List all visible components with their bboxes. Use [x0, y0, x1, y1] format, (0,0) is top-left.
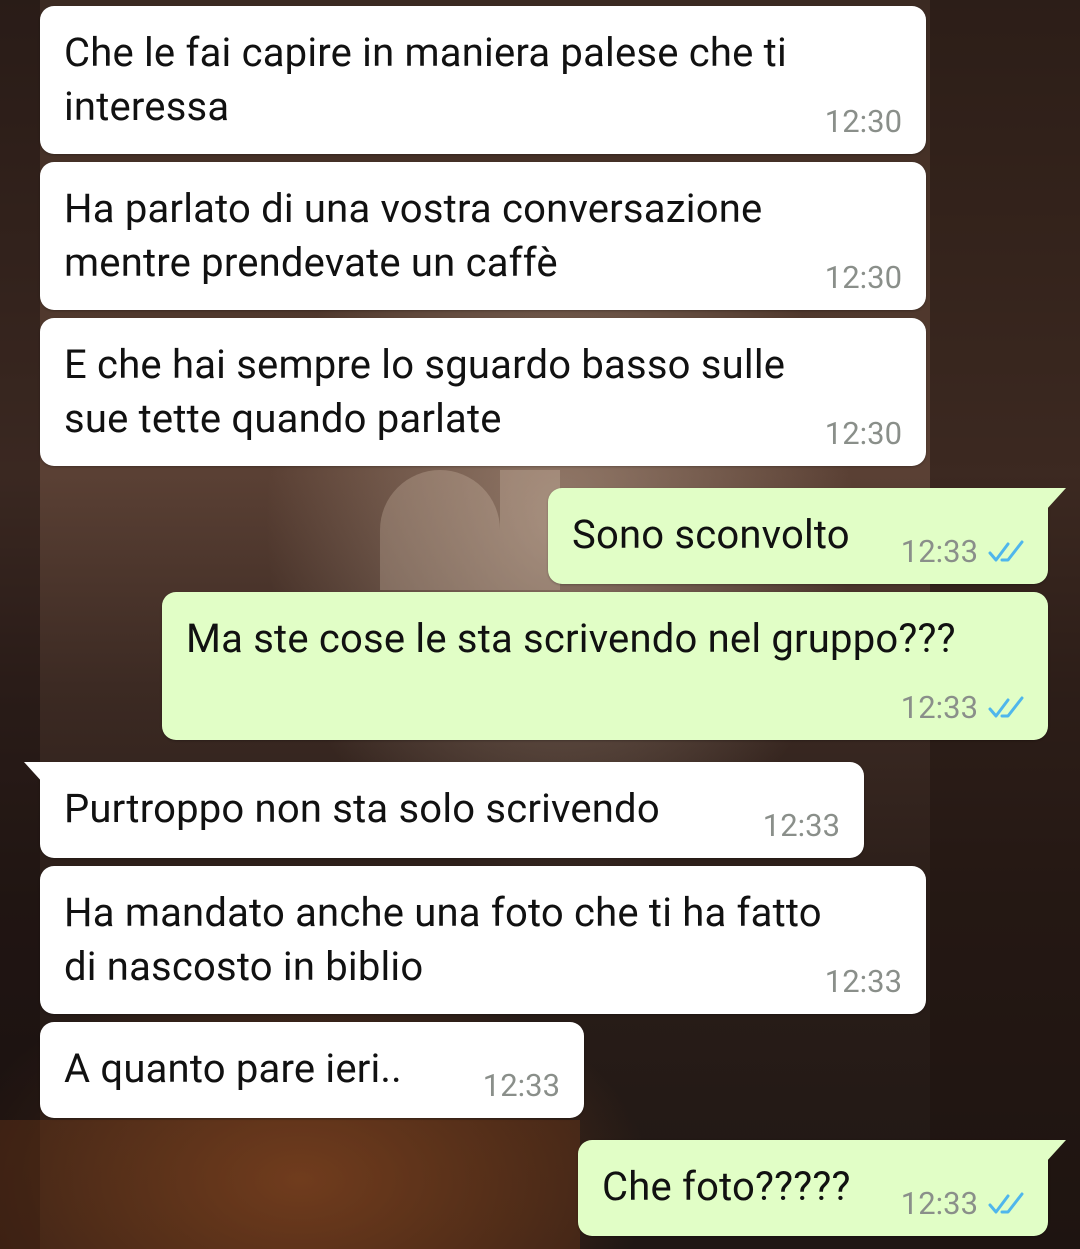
bubble-tail: [1046, 1140, 1066, 1162]
message-bubble-incoming[interactable]: A quanto pare ieri.. 12:33: [40, 1022, 584, 1118]
message-text: Che le fai capire in maniera palese che …: [64, 29, 787, 130]
building-left: [0, 0, 40, 1249]
message-bubble-incoming[interactable]: Ha parlato di una vostra conversazione m…: [40, 162, 926, 310]
message-time: 12:33: [900, 1185, 978, 1222]
chat-background: Che le fai capire in maniera palese che …: [0, 0, 1080, 1249]
message-time: 12:33: [900, 533, 978, 570]
message-time: 12:33: [762, 807, 840, 844]
message-bubble-incoming[interactable]: Ha mandato anche una foto che ti ha fatt…: [40, 866, 926, 1014]
message-bubble-outgoing[interactable]: Sono sconvolto 12:33: [548, 488, 1066, 584]
message-text: Ma ste cose le sta scrivendo nel gruppo?…: [186, 615, 956, 662]
message-time: 12:33: [482, 1067, 560, 1104]
message-text: Purtroppo non sta solo scrivendo: [64, 785, 660, 832]
double-check-icon: [988, 696, 1024, 717]
background-tower: [380, 470, 500, 590]
message-bubble-outgoing[interactable]: Ma ste cose le sta scrivendo nel gruppo?…: [162, 592, 1048, 740]
double-check-icon: [988, 1192, 1024, 1213]
message-text: Sono sconvolto: [572, 511, 850, 558]
message-text: A quanto pare ieri..: [64, 1045, 402, 1092]
message-time: 12:30: [824, 259, 902, 296]
message-text: E che hai sempre lo sguardo basso sulle …: [64, 341, 786, 442]
message-time: 12:33: [900, 689, 978, 726]
message-bubble-incoming[interactable]: Purtroppo non sta solo scrivendo 12:33: [24, 762, 864, 858]
message-bubble-incoming[interactable]: Che le fai capire in maniera palese che …: [40, 6, 926, 154]
message-time: 12:30: [824, 415, 902, 452]
message-bubble-outgoing[interactable]: Che foto????? 12:33: [578, 1140, 1066, 1236]
message-bubble-incoming[interactable]: E che hai sempre lo sguardo basso sulle …: [40, 318, 926, 466]
message-text: Ha parlato di una vostra conversazione m…: [64, 185, 763, 286]
message-time: 12:33: [824, 963, 902, 1000]
bubble-tail: [24, 762, 44, 784]
message-text: Ha mandato anche una foto che ti ha fatt…: [64, 889, 822, 990]
street-lights: [0, 1120, 580, 1249]
double-check-icon: [988, 540, 1024, 561]
bubble-tail: [1046, 488, 1066, 510]
message-time: 12:30: [824, 103, 902, 140]
message-text: Che foto?????: [602, 1163, 851, 1210]
